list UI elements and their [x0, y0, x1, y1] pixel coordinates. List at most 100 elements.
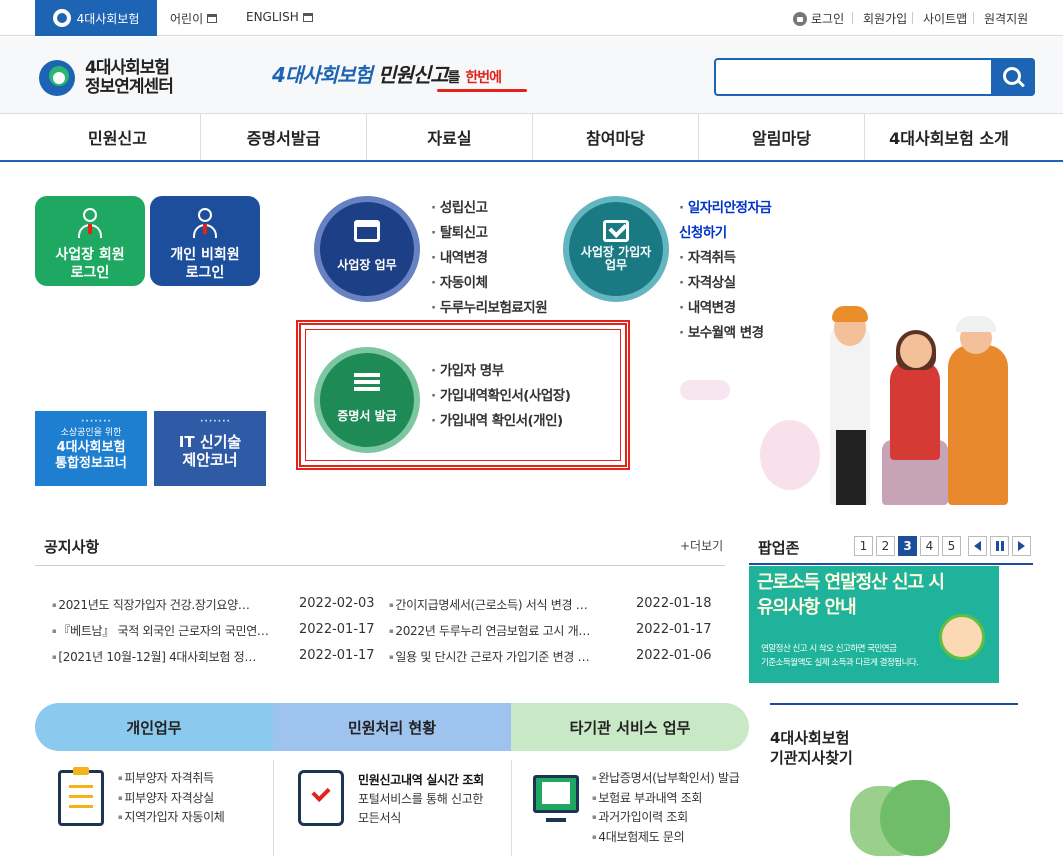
- new-window-icon: [207, 14, 218, 23]
- slogan-part-2: 민원신고: [377, 63, 449, 87]
- it-proposal-corner-banner[interactable]: ······· IT 신기술 제안코너: [154, 411, 266, 486]
- job-stability-apply-link[interactable]: 신청하기: [679, 225, 727, 241]
- popup-page-1[interactable]: 1: [854, 536, 873, 556]
- gnb-archive[interactable]: 자료실: [367, 114, 533, 160]
- stacked-documents-icon: [354, 373, 380, 391]
- gnb-complaint[interactable]: 민원신고: [35, 114, 201, 160]
- brand-logo-icon: [37, 58, 77, 98]
- cert-item-biz-confirm[interactable]: 가입내역확인서(사업장): [440, 388, 571, 404]
- popup-page-4[interactable]: 4: [920, 536, 939, 556]
- notice-row-title: 『베트남』 국적 외국인 근로자의 국민연…: [52, 624, 269, 638]
- other-item-paid-cert[interactable]: 완납증명서(납부확인서) 발급: [598, 771, 739, 785]
- gnb-participation[interactable]: 참여마당: [533, 114, 699, 160]
- notice-row[interactable]: [2021년 10월-12월] 4대사회보험 정… 2022-01-17: [52, 648, 382, 665]
- personal-login-button[interactable]: 개인 비회원 로그인: [150, 196, 260, 286]
- notice-row[interactable]: 2022년 두루누리 연금보험료 고시 개… 2022-01-17: [389, 622, 719, 639]
- banner-dots: ·······: [200, 417, 231, 427]
- popup-page-5[interactable]: 5: [942, 536, 961, 556]
- sub-item-salary-change[interactable]: 보수월액 변경: [688, 325, 764, 341]
- join-link[interactable]: 회원가입: [863, 10, 907, 27]
- notice-row-date: 2022-02-03: [299, 596, 375, 611]
- biz-member-login-button[interactable]: 사업장 회원 로그인: [35, 196, 145, 286]
- subscriber-label-2: 업무: [604, 258, 628, 272]
- notice-row-date: 2022-01-18: [636, 596, 712, 611]
- popup-controls: [968, 536, 1031, 556]
- tab-other-agency[interactable]: 타기관 서비스 업무: [511, 703, 749, 751]
- new-window-icon: [302, 12, 313, 22]
- gnb-notice[interactable]: 알림마당: [699, 114, 865, 160]
- english-link[interactable]: ENGLISH: [246, 10, 313, 24]
- popup-text-2: 기준소득월액도 실제 소득과 다르게 결정됩니다.: [761, 658, 919, 668]
- divider: [852, 12, 853, 24]
- biz-login-line-1: 사업장 회원: [55, 247, 125, 263]
- next-arrow-icon: [1018, 541, 1025, 551]
- cert-item-member-list[interactable]: 가입자 명부: [440, 363, 504, 379]
- notice-row[interactable]: 『베트남』 국적 외국인 근로자의 국민연… 2022-01-17: [52, 622, 382, 639]
- notice-title: 공지사항: [44, 538, 100, 556]
- banner-1-title-1: 4대사회보험: [56, 440, 126, 455]
- cert-item-personal-confirm[interactable]: 가입내역 확인서(개인): [440, 413, 563, 429]
- gnb-about[interactable]: 4대사회보험 소개: [865, 114, 1033, 160]
- job-stability-fund-link[interactable]: 일자리안정자금: [688, 200, 772, 216]
- brand-home-link[interactable]: 4대사회보험 정보연계센터: [37, 58, 174, 98]
- other-item-past-history[interactable]: 과거가입이력 조회: [598, 810, 688, 824]
- business-person-icon: [78, 208, 102, 240]
- popup-pause-button[interactable]: [990, 536, 1009, 556]
- tab-complaint-status[interactable]: 민원처리 현황: [273, 703, 511, 751]
- tab-personal-work[interactable]: 개인업무: [35, 703, 273, 751]
- popup-page-3[interactable]: 3: [898, 536, 917, 556]
- notice-more-link[interactable]: +더보기: [680, 537, 723, 554]
- subscriber-work-circle[interactable]: 사업장 가입자 업무: [563, 196, 669, 302]
- business-work-circle[interactable]: 사업장 업무: [314, 196, 420, 302]
- personal-item-regional-autopay[interactable]: 지역가입자 자동이체: [124, 810, 224, 824]
- notice-row[interactable]: 2021년도 직장가입자 건강.장기요양… 2022-02-03: [52, 596, 382, 613]
- notice-row-title: 일용 및 단시간 근로자 가입기준 변경 …: [389, 650, 590, 664]
- biz-item-durunuri[interactable]: 두루누리보험료지원: [440, 300, 548, 316]
- divider: [511, 760, 512, 856]
- popup-next-button[interactable]: [1012, 536, 1031, 556]
- popup-divider: [749, 563, 1033, 565]
- sub-item-change[interactable]: 내역변경: [688, 300, 736, 316]
- sub-item-lose[interactable]: 자격상실: [688, 275, 736, 291]
- other-item-inquiry[interactable]: 4대보험제도 문의: [598, 830, 684, 844]
- notice-row[interactable]: 일용 및 단시간 근로자 가입기준 변경 … 2022-01-06: [389, 648, 719, 665]
- search-button[interactable]: [991, 58, 1035, 96]
- kids-link[interactable]: 어린이: [170, 10, 218, 27]
- other-item-premium-history[interactable]: 보험료 부과내역 조회: [598, 791, 702, 805]
- personal-login-line-2: 로그인: [185, 265, 225, 281]
- personal-item-dependent-acquire[interactable]: 피부양자 자격취득: [124, 771, 214, 785]
- small-business-corner-banner[interactable]: ······· 소상공인을 위한 4대사회보험 통합정보코너: [35, 411, 147, 486]
- popup-page-2[interactable]: 2: [876, 536, 895, 556]
- checkbox-icon: [603, 220, 629, 242]
- status-title: 민원신고내역 실시간 조회: [358, 773, 484, 787]
- sitemap-link[interactable]: 사이트맵: [923, 10, 967, 27]
- subscriber-label-1: 사업장 가입자: [580, 245, 652, 259]
- biz-item-withdraw[interactable]: 탈퇴신고: [440, 225, 488, 241]
- sub-item-acquire[interactable]: 자격취득: [688, 250, 736, 266]
- certificate-list: 가입자 명부 가입내역확인서(사업장) 가입내역 확인서(개인): [431, 359, 571, 434]
- book-reader-icon: [354, 220, 380, 242]
- certificate-issue-circle[interactable]: 증명서 발급: [314, 347, 420, 453]
- biz-item-establish[interactable]: 성립신고: [440, 200, 488, 216]
- gnb-certificate[interactable]: 증명서발급: [201, 114, 367, 160]
- slogan-part-3: 를: [447, 70, 461, 86]
- notice-row[interactable]: 간이지급명세서(근로소득) 서식 변경 … 2022-01-18: [389, 596, 719, 613]
- biz-item-change[interactable]: 내역변경: [440, 250, 488, 266]
- personal-item-dependent-lose[interactable]: 피부양자 자격상실: [124, 791, 214, 805]
- other-agency-list: 완납증명서(납부확인서) 발급 보험료 부과내역 조회 과거가입이력 조회 4대…: [592, 769, 739, 847]
- english-label: ENGLISH: [246, 10, 299, 24]
- bottom-service-tabs: 개인업무 민원처리 현황 타기관 서비스 업무: [35, 703, 749, 751]
- login-link[interactable]: 로그인: [793, 10, 844, 27]
- realtime-status-link[interactable]: 민원신고내역 실시간 조회 포털서비스를 통해 신고한 모든서식: [358, 771, 484, 828]
- popup-banner-year-end-tax[interactable]: 근로소득 연말정산 신고 시 유의사항 안내 연말정산 신고 시 착오 신고하면…: [749, 566, 999, 683]
- checklist-phone-icon: [298, 770, 344, 826]
- biz-item-autopay[interactable]: 자동이체: [440, 275, 488, 291]
- site-tab-4insurance[interactable]: 4대사회보험: [35, 0, 157, 36]
- remote-support-link[interactable]: 원격지원: [984, 10, 1028, 27]
- notice-row-date: 2022-01-06: [636, 648, 712, 663]
- popup-prev-button[interactable]: [968, 536, 987, 556]
- search-input[interactable]: [724, 66, 986, 88]
- popup-zone-title: 팝업존: [758, 539, 800, 557]
- korea-map[interactable]: [840, 780, 950, 856]
- subscriber-work-label: 사업장 가입자 업무: [581, 246, 651, 272]
